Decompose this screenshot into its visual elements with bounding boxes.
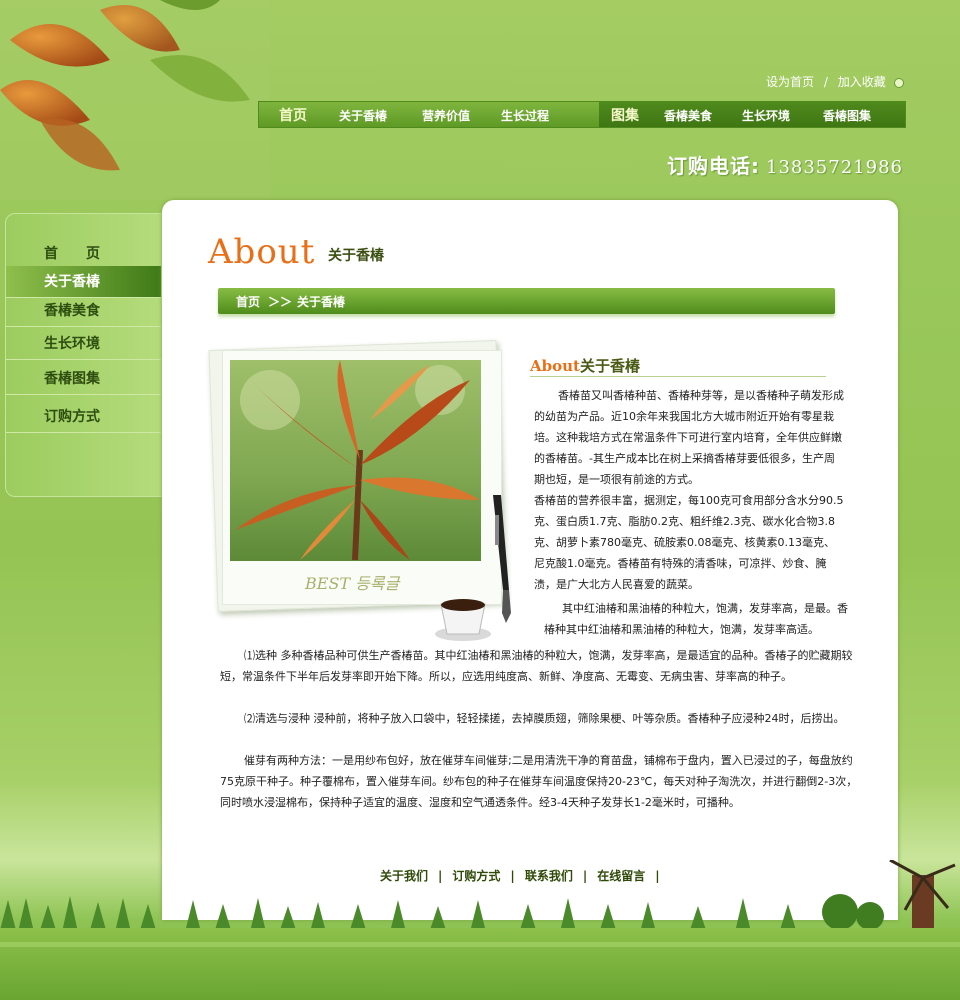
arrow-circle-icon bbox=[893, 77, 904, 88]
breadcrumb-arrows: ＞＞ bbox=[268, 295, 293, 309]
page-title-cn: 关于香椿 bbox=[328, 248, 384, 264]
photo-caption: BEST 등록글 bbox=[305, 574, 400, 593]
nav-item-food[interactable]: 香椿美食 bbox=[664, 107, 712, 124]
order-phone: 订购电话: 13835721986 bbox=[667, 150, 903, 179]
sidebar-item-environment[interactable]: 生长环境 bbox=[6, 328, 161, 360]
nav-item-gallery[interactable]: 香椿图集 bbox=[823, 107, 871, 124]
nav-item-growth[interactable]: 生长过程 bbox=[501, 107, 549, 124]
leaves-decoration bbox=[0, 0, 270, 200]
article-paragraph: ⑴选种 多种香椿品种可供生产香椿苗。其中红油椿和黑油椿的种粒大，饱满，发芽率高，… bbox=[220, 649, 853, 683]
nav-item-nutrition[interactable]: 营养价值 bbox=[422, 107, 470, 124]
page-title-en: About bbox=[208, 232, 316, 272]
article-paragraph: 其中红油椿和黑油椿的种粒大，饱满，发芽率高，是最。香椿种其中红油椿和黑油椿的种粒… bbox=[544, 602, 848, 636]
breadcrumb-home[interactable]: 首页 bbox=[236, 293, 260, 310]
article-paragraph: 香椿苗又叫香椿种苗、香椿种芽等，是以香椿种子萌发形成的幼苗为产品。近10余年来我… bbox=[534, 389, 844, 486]
nav-item-home[interactable]: 首页 bbox=[279, 105, 307, 125]
phone-number: 13835721986 bbox=[766, 157, 903, 178]
toona-sprout-photo bbox=[230, 360, 481, 561]
nav-item-environment[interactable]: 生长环境 bbox=[742, 107, 790, 124]
add-favorite-link[interactable]: 加入收藏 bbox=[838, 75, 886, 89]
nav-item-about[interactable]: 关于香椿 bbox=[339, 107, 387, 124]
windmill bbox=[889, 860, 956, 930]
article-paragraph: 香椿苗的营养很丰富，据测定，每100克可食用部分含水分90.5克、蛋白质1.7克… bbox=[534, 494, 844, 591]
sidebar-item-about[interactable]: 关于香椿 bbox=[6, 266, 161, 298]
breadcrumb-current: 关于香椿 bbox=[297, 295, 346, 309]
coffee-cup-icon bbox=[435, 599, 491, 641]
nav-left: 首页 关于香椿 营养价值 生长过程 bbox=[259, 102, 599, 127]
nav-item-gallery-title[interactable]: 图集 bbox=[611, 105, 639, 125]
phone-label: 订购电话: bbox=[667, 154, 760, 178]
article-title: About关于香椿 bbox=[530, 355, 640, 376]
sidebar-item-gallery[interactable]: 香椿图集 bbox=[6, 363, 161, 395]
article-title-cn: 关于香椿 bbox=[579, 357, 640, 375]
main-nav: 首页 关于香椿 营养价值 生长过程 图集 香椿美食 生长环境 香椿图集 bbox=[258, 101, 906, 128]
article-paragraph: ⑵清选与浸种 浸种前，将种子放入口袋中，轻轻揉搓，去掉膜质翅，筛除果梗、叶等杂质… bbox=[244, 712, 845, 725]
top-links-separator: / bbox=[823, 75, 828, 89]
sidebar: 首 页 关于香椿 香椿美食 生长环境 香椿图集 订购方式 bbox=[5, 213, 165, 497]
sidebar-item-food[interactable]: 香椿美食 bbox=[6, 295, 161, 327]
top-links: 设为首页 / 加入收藏 bbox=[766, 73, 904, 90]
article-title-en: About bbox=[530, 357, 580, 375]
article-title-divider bbox=[530, 376, 826, 377]
breadcrumb: 首页 ＞＞ 关于香椿 bbox=[218, 288, 835, 314]
set-home-link[interactable]: 设为首页 bbox=[766, 75, 814, 89]
article-paragraph: 催芽有两种方法：一是用纱布包好，放在催芽车间催芽;二是用清洗干净的育苗盘，铺棉布… bbox=[220, 754, 858, 809]
grass-scenery bbox=[0, 860, 960, 1000]
nav-right: 图集 香椿美食 生长环境 香椿图集 bbox=[599, 102, 905, 127]
sidebar-item-order[interactable]: 订购方式 bbox=[6, 401, 161, 433]
